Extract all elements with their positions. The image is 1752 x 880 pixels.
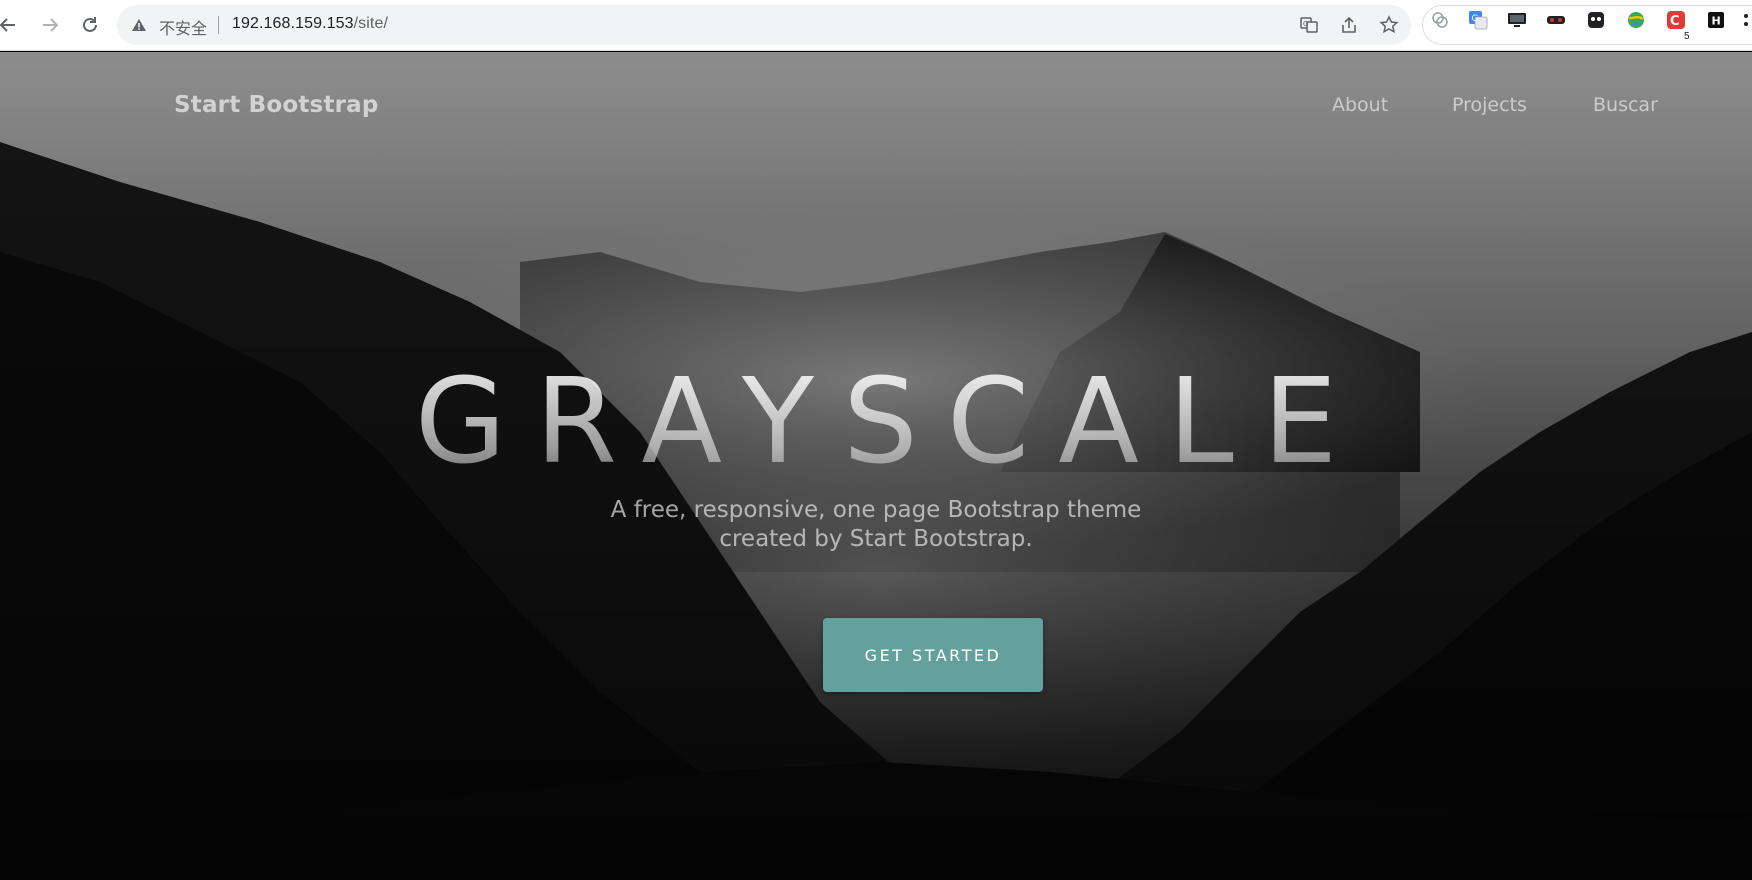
svg-text:H: H (1712, 15, 1721, 28)
forward-button[interactable] (36, 11, 64, 39)
subtitle-line-1: A free, responsive, one page Bootstrap t… (610, 497, 1142, 523)
url-host: 192.168.159.153 (232, 15, 354, 32)
forward-arrow-icon (43, 18, 59, 32)
reload-button[interactable] (76, 11, 104, 39)
url-path: /site/ (353, 15, 389, 32)
translate-icon[interactable]: G (1299, 15, 1319, 35)
h-icon[interactable]: H (1706, 10, 1726, 30)
red-c-icon[interactable]: C (1666, 10, 1686, 30)
extension-badge: 5 (1684, 31, 1690, 42)
mask-icon[interactable] (1546, 10, 1566, 30)
get-started-button[interactable]: GET STARTED (823, 618, 1043, 692)
back-button[interactable] (0, 11, 22, 39)
ghost-icon[interactable] (1586, 10, 1606, 30)
svg-text:C: C (1670, 14, 1680, 29)
nav-buscar[interactable]: Buscar (1593, 94, 1658, 116)
monitor-icon[interactable] (1507, 10, 1527, 30)
more-icon[interactable] (1740, 10, 1752, 30)
warning-icon[interactable] (131, 17, 147, 33)
hero-title: GRAYSCALE (0, 352, 1752, 490)
svg-text:G: G (1472, 14, 1479, 24)
reload-icon (83, 17, 97, 32)
google-translate-icon[interactable]: G (1468, 10, 1488, 30)
extension-circles-icon[interactable] (1430, 10, 1450, 30)
brand-link[interactable]: Start Bootstrap (174, 92, 379, 118)
back-arrow-icon (0, 18, 15, 32)
url-divider (218, 16, 219, 34)
nav-projects[interactable]: Projects (1452, 94, 1527, 116)
share-icon[interactable] (1339, 15, 1359, 35)
nav-about[interactable]: About (1332, 94, 1388, 116)
browser-toolbar: 不安全 192.168.159.153/site/ G G C 5 H (0, 0, 1752, 51)
hero-subtitle: A free, responsive, one page Bootstrap t… (576, 496, 1176, 554)
globe-icon[interactable] (1626, 10, 1646, 30)
url-text[interactable]: 192.168.159.153/site/ (232, 15, 388, 33)
hero-section: Start Bootstrap About Projects Buscar GR… (0, 52, 1752, 880)
svg-text:G: G (1303, 20, 1308, 28)
subtitle-line-2: created by Start Bootstrap. (719, 526, 1033, 552)
security-label[interactable]: 不安全 (159, 15, 207, 39)
bookmark-star-icon[interactable] (1379, 15, 1399, 35)
address-bar[interactable]: 不安全 192.168.159.153/site/ G (117, 5, 1411, 45)
